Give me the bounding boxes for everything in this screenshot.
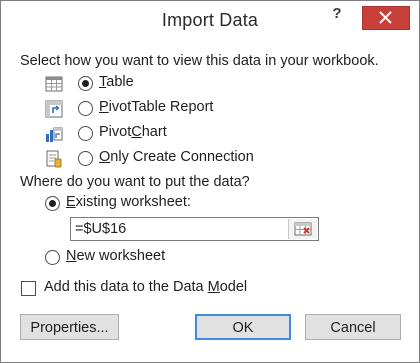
view-prompt: Select how you want to view this data in… xyxy=(20,53,379,69)
new-worksheet-radio[interactable] xyxy=(45,250,60,265)
accel-c: C xyxy=(131,124,142,140)
range-selector-icon xyxy=(294,222,312,236)
accel-n: N xyxy=(66,248,77,264)
pivotchart-option-label[interactable]: PivotChart xyxy=(99,124,167,140)
data-model-label[interactable]: Add this data to the Data Model xyxy=(44,279,247,295)
location-prompt: Where do you want to put the data? xyxy=(20,174,250,190)
pivottable-icon xyxy=(45,100,63,118)
data-model-checkbox[interactable] xyxy=(21,281,36,296)
existing-worksheet-radio[interactable] xyxy=(45,196,60,211)
cancel-button[interactable]: Cancel xyxy=(305,314,401,340)
close-icon xyxy=(379,11,392,24)
cell-reference-field xyxy=(70,217,319,241)
label-rest: nly Create Connection xyxy=(110,149,254,165)
new-worksheet-label[interactable]: New worksheet xyxy=(66,248,165,264)
label-rest: odel xyxy=(219,279,248,295)
accel-o: O xyxy=(99,149,111,165)
help-button[interactable]: ? xyxy=(325,5,349,29)
connection-option-label[interactable]: Only Create Connection xyxy=(99,149,254,165)
connection-radio[interactable] xyxy=(78,151,93,166)
table-option-label[interactable]: Table xyxy=(99,74,134,90)
label-pre: Pivot xyxy=(99,124,132,140)
table-icon xyxy=(45,76,63,92)
collapse-dialog-button[interactable] xyxy=(288,219,317,239)
properties-button[interactable]: Properties... xyxy=(20,314,119,340)
label-rest: able xyxy=(106,74,134,90)
label-rest: xisting worksheet: xyxy=(75,194,191,210)
pivottable-option-label[interactable]: PivotTable Report xyxy=(99,99,213,115)
dialog-title: Import Data xyxy=(161,10,259,30)
table-radio[interactable] xyxy=(78,76,93,91)
accel-p: P xyxy=(99,99,109,115)
label-rest: ivotTable Report xyxy=(108,99,214,115)
pivotchart-radio[interactable] xyxy=(78,126,93,141)
title-bar: Import Data ? xyxy=(1,1,419,43)
label-rest: ew worksheet xyxy=(76,248,166,264)
ok-button[interactable]: OK xyxy=(195,314,291,340)
accel-m: M xyxy=(207,279,220,295)
connection-icon xyxy=(46,150,62,168)
pivotchart-icon xyxy=(46,127,63,142)
existing-worksheet-label[interactable]: Existing worksheet: xyxy=(66,194,191,210)
cell-reference-input[interactable] xyxy=(71,218,289,240)
pivottable-radio[interactable] xyxy=(78,101,93,116)
label-pre: Add this data to the Data xyxy=(44,279,208,295)
accel-e: E xyxy=(66,194,76,210)
close-button[interactable] xyxy=(362,6,410,30)
import-data-dialog: Import Data ? Select how you want to vie… xyxy=(0,0,420,363)
label-rest: hart xyxy=(141,124,167,140)
